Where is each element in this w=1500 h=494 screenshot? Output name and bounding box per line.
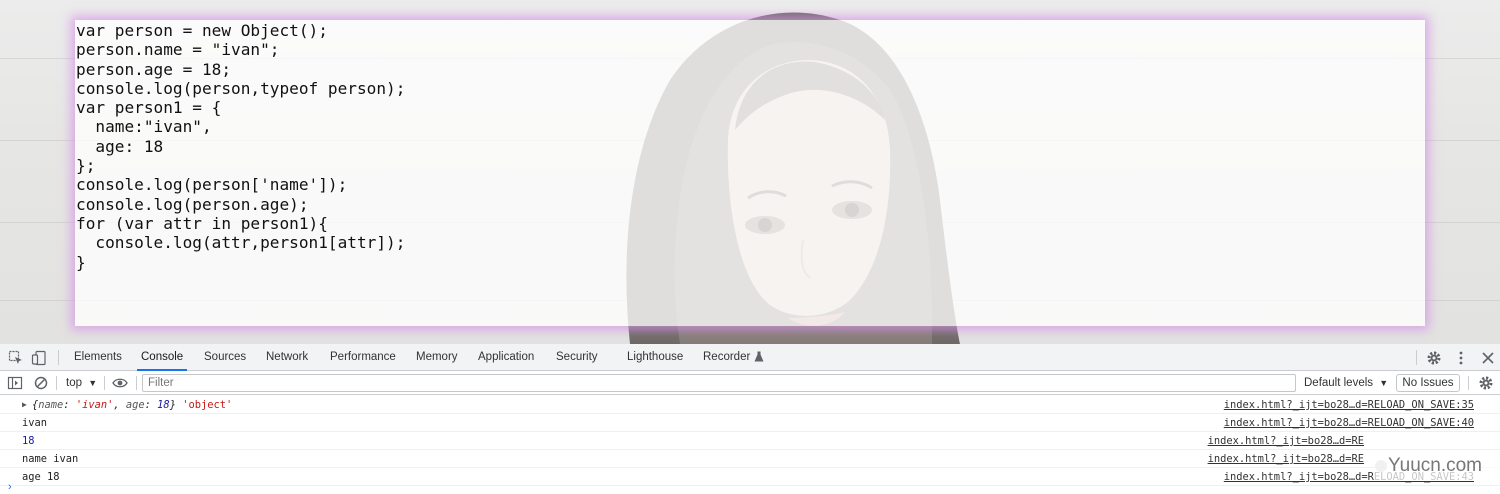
code-line: var person = new Object();: [76, 21, 328, 40]
context-value: top: [66, 377, 82, 389]
source-link[interactable]: index.html?_ijt=bo28…d=RELOAD_ON_SAVE:40: [1224, 414, 1474, 432]
code-line: console.log(person,typeof person);: [76, 78, 406, 98]
message-text: ivan: [22, 417, 48, 429]
tabbar-divider: [1416, 350, 1417, 365]
console-message-row: age 18 index.html?_ijt=bo28…d=RELOAD_ON_…: [0, 468, 1500, 486]
toolbar-divider: [136, 376, 137, 390]
toolbar-divider: [104, 376, 105, 390]
log-levels-label: Default levels: [1304, 377, 1374, 389]
watermark: Yuucn.com: [1374, 452, 1500, 480]
prompt-chevron-icon: ›: [8, 481, 12, 493]
issues-label: No Issues: [1402, 377, 1454, 389]
devtools-tabbar: Elements Console Sources Network Perform…: [0, 344, 1500, 371]
eye-icon[interactable]: [112, 375, 128, 391]
console-messages: ▶ {name: 'ivan', age: 18} 'object' index…: [0, 396, 1500, 486]
tab-memory[interactable]: Memory: [416, 344, 458, 371]
code-line: };: [76, 156, 96, 176]
console-prompt[interactable]: ›: [0, 481, 1500, 494]
code-line: age: 18: [76, 136, 164, 156]
tab-sources[interactable]: Sources: [204, 344, 246, 371]
code-line: for (var attr in person1){: [76, 213, 328, 233]
webpage-viewport: var person = new Object(); person.name = …: [0, 0, 1500, 344]
code-display-box: var person = new Object(); person.name = …: [75, 20, 1425, 326]
console-message-row: ivan index.html?_ijt=bo28…d=RELOAD_ON_SA…: [0, 414, 1500, 432]
code-line: }: [76, 252, 86, 272]
log-levels-dropdown[interactable]: Default levels ▼: [1304, 371, 1388, 395]
code-block: var person = new Object(); person.name = …: [76, 21, 405, 272]
console-message-row[interactable]: ▶ {name: 'ivan', age: 18} 'object' index…: [0, 396, 1500, 414]
console-message-row: 18 index.html?_ijt=bo28…d=RE: [0, 432, 1500, 450]
message-text: name ivan: [22, 453, 79, 465]
source-link[interactable]: index.html?_ijt=bo28…d=RE: [1208, 450, 1364, 468]
gear-icon[interactable]: [1426, 350, 1442, 366]
tabbar-divider: [58, 350, 59, 365]
tab-performance[interactable]: Performance: [330, 344, 396, 371]
message-text: {name: 'ivan', age: 18} 'object': [32, 399, 233, 411]
dropdown-arrow-icon: ▼: [1379, 378, 1389, 388]
filter-box: [142, 374, 1296, 392]
flask-icon: [754, 351, 764, 362]
tab-application[interactable]: Application: [478, 344, 534, 371]
code-line: console.log(attr,person1[attr]);: [76, 233, 406, 253]
tab-elements[interactable]: Elements: [74, 344, 122, 371]
tab-lighthouse[interactable]: Lighthouse: [627, 344, 683, 371]
console-settings-gear-icon[interactable]: [1478, 375, 1494, 391]
console-message-row: name ivan index.html?_ijt=bo28…d=RE: [0, 450, 1500, 468]
devtools-panel: Elements Console Sources Network Perform…: [0, 344, 1500, 494]
code-line: var person1 = {: [76, 98, 222, 118]
code-line: person.age = 18;: [76, 59, 232, 79]
issues-button[interactable]: No Issues: [1396, 374, 1460, 392]
context-selector[interactable]: top ▼: [66, 371, 97, 395]
message-text: 18: [22, 435, 35, 447]
toolbar-divider: [1468, 376, 1469, 390]
console-toolbar: top ▼ Default levels ▼ No Issues: [0, 371, 1500, 395]
code-line: console.log(person['name']);: [76, 175, 348, 195]
toolbar-divider: [56, 376, 57, 390]
code-line: person.name = "ivan";: [76, 40, 280, 60]
sidebar-toggle-icon[interactable]: [7, 375, 23, 391]
filter-input[interactable]: [143, 375, 1295, 391]
code-line: name:"ivan",: [76, 117, 212, 137]
device-toolbar-icon[interactable]: [31, 350, 47, 366]
more-options-icon[interactable]: [1453, 350, 1469, 366]
expand-arrow-icon[interactable]: ▶: [22, 396, 27, 414]
tab-network[interactable]: Network: [266, 344, 308, 371]
message-text: age 18: [22, 471, 60, 483]
tab-console[interactable]: Console: [137, 344, 188, 371]
code-line: console.log(person.age);: [76, 194, 309, 214]
inspect-element-icon[interactable]: [8, 350, 24, 366]
source-link[interactable]: index.html?_ijt=bo28…d=RE: [1208, 432, 1364, 450]
tab-security[interactable]: Security: [556, 344, 598, 371]
close-icon[interactable]: [1480, 350, 1496, 366]
clear-console-icon[interactable]: [33, 375, 49, 391]
dropdown-arrow-icon: ▼: [88, 378, 98, 388]
watermark-text: Yuucn.com: [1388, 455, 1482, 476]
source-link[interactable]: index.html?_ijt=bo28…d=RELOAD_ON_SAVE:35: [1224, 396, 1474, 414]
tab-recorder[interactable]: Recorder: [703, 344, 764, 371]
